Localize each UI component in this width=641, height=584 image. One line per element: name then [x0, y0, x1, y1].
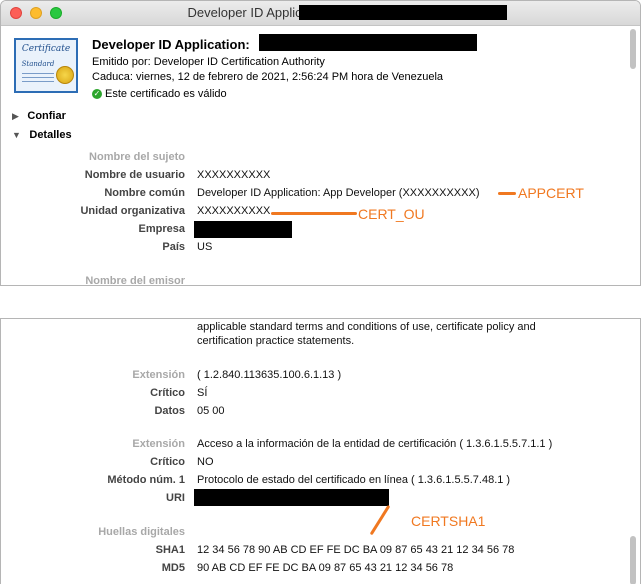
- certificate-window-top: Developer ID Application: Certificate St…: [0, 0, 641, 286]
- valid-status: Este certificado es válido: [105, 88, 227, 100]
- trust-section-label: Confiar: [27, 110, 66, 122]
- certsha1-annotation: CERTSHA1: [411, 513, 486, 529]
- username-value: XXXXXXXXXX: [197, 169, 271, 181]
- redacted-title: [299, 5, 507, 20]
- method-value: Protocolo de estado del certificado en l…: [197, 474, 511, 486]
- details-section-label: Detalles: [29, 129, 72, 141]
- disclosure-expanded-icon: ▼: [12, 130, 21, 140]
- critical-1-label: Crítico: [150, 387, 185, 399]
- redacted-certificate-name: [259, 34, 477, 51]
- certificate-icon-subtitle: Standard: [21, 60, 55, 68]
- method-label: Método núm. 1: [107, 474, 185, 486]
- certificate-icon: Certificate Standard: [14, 38, 78, 93]
- valid-check-icon: ✓: [92, 89, 102, 99]
- username-label: Nombre de usuario: [84, 169, 185, 181]
- country-value: US: [197, 241, 213, 253]
- certificate-name: Developer ID Application:: [92, 37, 250, 52]
- critical-2-value: NO: [197, 456, 214, 468]
- sha1-value: 12 34 56 78 90 AB CD EF FE DC BA 09 87 6…: [197, 544, 515, 556]
- data-value: 05 00: [197, 405, 225, 417]
- bottom-scrollbar[interactable]: [630, 536, 636, 584]
- issued-by: Emitido por: Developer ID Certification …: [92, 56, 325, 68]
- details-section-toggle[interactable]: ▼ Detalles: [12, 125, 92, 141]
- data-label: Datos: [154, 405, 185, 417]
- org-unit-label: Unidad organizativa: [80, 205, 185, 217]
- cert-ou-annotation: CERT_OU: [358, 206, 425, 222]
- extension-2-value: Acceso a la información de la entidad de…: [197, 438, 553, 450]
- issuer-name-header: Nombre del emisor: [85, 275, 185, 286]
- md5-value: 90 AB CD EF FE DC BA 09 87 65 43 21 12 3…: [197, 562, 454, 574]
- certificate-window-bottom: applicable standard terms and conditions…: [0, 318, 641, 584]
- sha1-label: SHA1: [155, 544, 185, 556]
- certificate-seal-icon: [56, 66, 74, 84]
- policy-text-line-1: applicable standard terms and conditions…: [197, 321, 536, 333]
- md5-label: MD5: [161, 562, 185, 574]
- redacted-company: [194, 221, 292, 238]
- cert-ou-underline: [271, 212, 357, 215]
- redacted-uri: [194, 489, 389, 506]
- extension-2-label: Extensión: [132, 438, 185, 450]
- extension-1-label: Extensión: [132, 369, 185, 381]
- org-unit-value: XXXXXXXXXX: [197, 205, 271, 217]
- top-scrollbar[interactable]: [630, 29, 636, 69]
- extension-1-value: ( 1.2.840.113635.100.6.1.13 ): [197, 369, 342, 381]
- certificate-icon-lines: [22, 73, 54, 74]
- appcert-annotation: APPCERT: [518, 185, 584, 201]
- expiration-date: Caduca: viernes, 12 de febrero de 2021, …: [92, 71, 444, 83]
- uri-label: URI: [166, 492, 185, 504]
- subject-name-header: Nombre del sujeto: [89, 151, 185, 163]
- certsha1-pointer: [369, 504, 391, 536]
- critical-1-value: SÍ: [197, 387, 208, 399]
- policy-text-line-2: certification practice statements.: [197, 335, 355, 347]
- fingerprints-header: Huellas digitales: [98, 526, 185, 538]
- company-label: Empresa: [138, 223, 185, 235]
- country-label: País: [162, 241, 185, 253]
- title-bar: Developer ID Application:: [1, 1, 640, 26]
- disclosure-collapsed-icon: ▶: [12, 111, 19, 121]
- critical-2-label: Crítico: [150, 456, 185, 468]
- appcert-underline: [498, 192, 516, 195]
- trust-section-toggle[interactable]: ▶ Confiar: [12, 106, 92, 122]
- common-name-label: Nombre común: [104, 187, 185, 199]
- common-name-value: Developer ID Application: App Developer …: [197, 187, 480, 199]
- certificate-icon-title: Certificate: [21, 44, 71, 54]
